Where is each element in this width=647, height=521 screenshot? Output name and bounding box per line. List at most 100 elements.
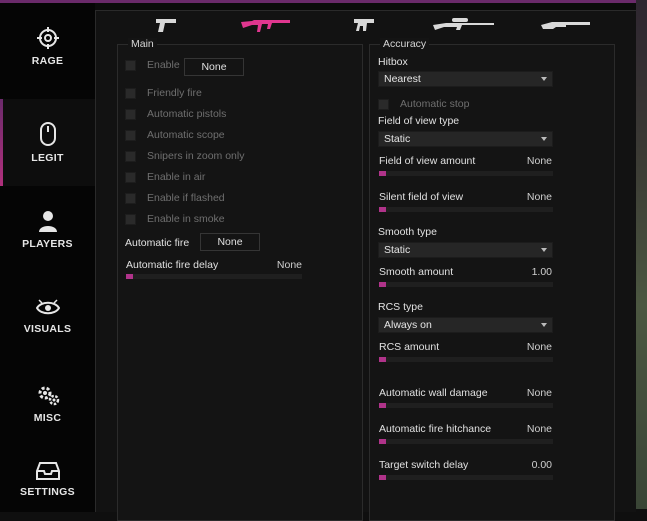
enable-checkbox[interactable]: Enable [125,58,180,72]
main-groupbox: Main Enable None Friendly fire Automatic… [117,38,363,521]
automatic-pistols-checkbox[interactable]: Automatic pistols [125,107,226,121]
mouse-icon [39,121,56,146]
automatic-fire-delay-label: Automatic fire delay [126,259,219,271]
sidebar-item-players[interactable]: PLAYERS [0,186,95,273]
smg-icon [354,19,374,31]
fov-type-label: Field of view type [378,115,460,127]
friendly-fire-checkbox[interactable]: Friendly fire [125,86,202,100]
fov-amount-slider[interactable] [379,171,553,176]
checkbox-label: Automatic scope [147,129,225,141]
sidebar-item-legit[interactable]: LEGIT [0,99,95,186]
target-switch-delay-label: Target switch delay [379,459,469,471]
enable-key-button[interactable]: None [184,58,244,76]
automatic-fire-key-button[interactable]: None [200,233,260,251]
silent-fov-slider[interactable] [379,207,553,212]
checkbox-label: Snipers in zoom only [147,150,245,162]
checkbox-box [125,129,136,141]
chevron-down-icon [541,323,547,327]
slider-fill [379,171,386,176]
hitbox-select[interactable]: Nearest [378,71,553,87]
target-switch-delay-value: 0.00 [531,459,552,471]
tab-rifle[interactable] [236,15,296,35]
fov-amount-value: None [526,155,552,167]
auto-wall-damage-label: Automatic wall damage [379,387,488,399]
fov-type-selected: Static [384,133,411,145]
sidebar-item-settings[interactable]: SETTINGS [0,447,95,512]
checkbox-box [125,192,136,204]
enable-if-flashed-checkbox[interactable]: Enable if flashed [125,191,225,205]
user-icon [38,210,57,232]
silent-fov-value: None [526,191,552,203]
slider-fill [379,475,386,480]
checkbox-label: Friendly fire [147,87,202,99]
enable-in-smoke-checkbox[interactable]: Enable in smoke [125,212,225,226]
checkbox-box [125,59,136,71]
checkbox-label: Enable in smoke [147,213,225,225]
sidebar-item-label: SETTINGS [20,485,75,498]
automatic-fire-label: Automatic fire [125,237,190,249]
rcs-amount-slider[interactable] [379,357,553,362]
slider-fill [126,274,134,279]
sniper-icon [433,18,494,30]
silent-fov-label: Silent field of view [379,191,464,203]
pistol-icon [156,19,176,32]
fov-type-select[interactable]: Static [378,131,553,147]
hitbox-label: Hitbox [378,56,408,68]
smooth-type-selected: Static [384,244,411,256]
chevron-down-icon [541,77,547,81]
sidebar-item-label: VISUALS [23,322,72,335]
sidebar-item-misc[interactable]: MISC [0,360,95,447]
checkbox-label: Automatic pistols [147,108,227,120]
tab-pistol[interactable] [151,15,181,35]
rcs-amount-value: None [526,341,552,353]
sidebar-item-rage[interactable]: RAGE [0,3,95,90]
smooth-amount-value: 1.00 [531,266,552,278]
smooth-amount-label: Smooth amount [379,266,454,278]
fov-amount-label: Field of view amount [379,155,476,167]
background-strip [636,0,647,509]
checkbox-box [125,213,136,225]
checkbox-label: Enable in air [147,171,206,183]
automatic-stop-checkbox[interactable]: Automatic stop [378,97,469,111]
eye-icon [35,298,60,314]
auto-fire-hitchance-slider[interactable] [379,439,553,444]
auto-fire-hitchance-value: None [526,423,552,435]
target-switch-delay-slider[interactable] [379,475,553,480]
checkbox-label: Enable if flashed [147,192,225,204]
sidebar: RAGE LEGIT PLAYERS VISUALS MISC SETTINGS [0,3,95,512]
weapon-tabs [96,11,637,39]
inbox-icon [35,461,60,480]
hitbox-selected: Nearest [384,73,421,85]
cheat-menu-window: RAGE LEGIT PLAYERS VISUALS MISC SETTINGS… [0,0,637,521]
auto-wall-damage-value: None [526,387,552,399]
accuracy-groupbox: Accuracy Hitbox Nearest Automatic stop F… [369,38,615,521]
sidebar-item-label: PLAYERS [22,237,73,250]
tab-shotgun[interactable] [536,15,596,35]
crosshair-icon [36,26,59,49]
snipers-in-zoom-only-checkbox[interactable]: Snipers in zoom only [125,149,244,163]
sidebar-item-label: MISC [33,411,62,424]
enable-in-air-checkbox[interactable]: Enable in air [125,170,205,184]
tab-sniper[interactable] [429,15,499,35]
checkbox-box [125,150,136,162]
checkbox-label: Automatic stop [400,98,470,110]
tab-smg[interactable] [349,15,379,35]
content-panel: Main Enable None Friendly fire Automatic… [95,10,637,521]
rcs-amount-label: RCS amount [379,341,440,353]
auto-wall-damage-slider[interactable] [379,403,553,408]
smooth-amount-slider[interactable] [379,282,553,287]
shotgun-icon [541,22,590,29]
gears-icon [38,386,59,405]
smooth-type-select[interactable]: Static [378,242,553,258]
automatic-fire-delay-slider[interactable] [126,274,302,279]
automatic-scope-checkbox[interactable]: Automatic scope [125,128,225,142]
chevron-down-icon [541,137,547,141]
checkbox-box [125,108,136,120]
rifle-icon [241,20,290,32]
sidebar-item-visuals[interactable]: VISUALS [0,273,95,360]
accuracy-title: Accuracy [380,38,430,50]
slider-fill [379,403,386,408]
slider-fill [379,357,386,362]
slider-fill [379,207,386,212]
rcs-type-select[interactable]: Always on [378,317,553,333]
